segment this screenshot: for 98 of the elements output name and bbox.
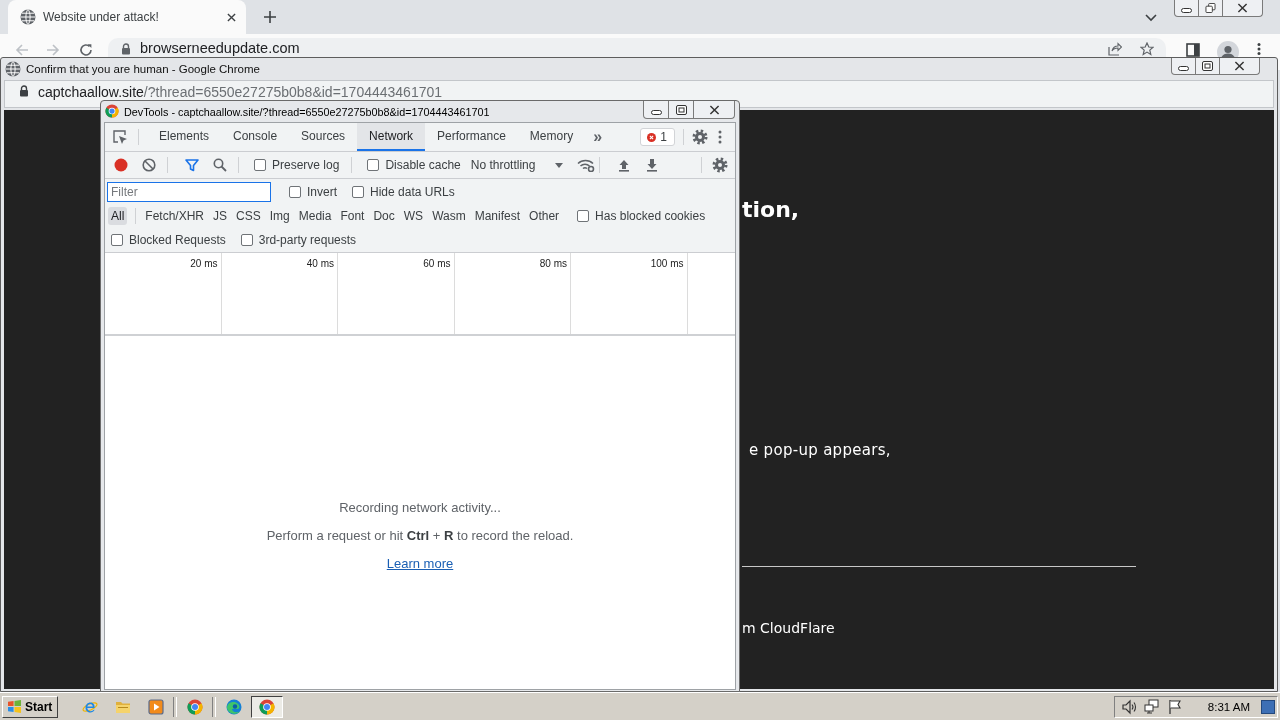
panel-tab[interactable]: Elements: [147, 123, 222, 151]
network-icon[interactable]: [1143, 698, 1160, 715]
side-panel-icon[interactable]: [1186, 43, 1200, 57]
swirl-logo-icon: [225, 698, 242, 715]
error-icon: [647, 132, 657, 142]
type-filter-button[interactable]: Manifest: [471, 207, 524, 225]
tick-label: 80 ms: [539, 258, 567, 269]
hint-text: Perform a request or hit Ctrl + R to record the reload.: [266, 528, 574, 544]
type-filter-button[interactable]: Img: [266, 207, 293, 225]
caret-down-icon: [555, 162, 564, 168]
checkbox-label[interactable]: Blocked Requests: [129, 233, 226, 247]
speaker-icon[interactable]: [1120, 698, 1137, 715]
checkbox[interactable]: [240, 234, 253, 246]
share-icon[interactable]: [1108, 42, 1122, 56]
plus-icon[interactable]: [264, 11, 276, 23]
type-filter-button[interactable]: WS: [400, 207, 427, 225]
close-icon[interactable]: [227, 12, 236, 22]
show-desktop-button[interactable]: [1261, 699, 1275, 714]
cursor-box-icon[interactable]: [112, 129, 128, 145]
checkbox-label[interactable]: Preserve log: [272, 158, 340, 172]
restore-icon: [1205, 3, 1216, 13]
checkbox[interactable]: [254, 159, 266, 171]
taskbar-button[interactable]: [250, 695, 283, 718]
menu-icon[interactable]: [1257, 43, 1261, 55]
checkbox[interactable]: [367, 159, 380, 171]
tick-label: 100 ms: [650, 258, 684, 269]
type-filter-button[interactable]: Font: [337, 207, 368, 225]
checkbox[interactable]: [352, 185, 364, 198]
panel-tab[interactable]: Console: [221, 123, 290, 151]
menu-icon[interactable]: [718, 130, 722, 144]
tick-label: 40 ms: [306, 258, 334, 269]
type-filter-button[interactable]: Other: [526, 207, 563, 225]
settings-icon[interactable]: [712, 157, 728, 173]
star-icon[interactable]: [1140, 42, 1154, 56]
type-filter-button[interactable]: CSS: [233, 207, 264, 225]
status-text: Recording network activity...: [339, 500, 501, 516]
maximize-icon: [675, 104, 687, 115]
type-filter-button[interactable]: Doc: [370, 207, 398, 225]
record-dot-icon[interactable]: [114, 158, 128, 172]
maximize-icon: [1202, 61, 1213, 71]
type-filter-button[interactable]: JS: [210, 207, 231, 225]
panel-tab[interactable]: Performance: [425, 123, 518, 151]
settings-icon[interactable]: [692, 129, 708, 145]
upload-icon[interactable]: [617, 158, 632, 172]
prohibited-icon[interactable]: [142, 158, 156, 172]
chevron-down-icon[interactable]: [1145, 14, 1157, 22]
minimize-icon: [1178, 66, 1189, 71]
checkbox[interactable]: [289, 185, 301, 198]
checkbox[interactable]: [111, 234, 123, 246]
clock[interactable]: 8:31 AM: [1207, 700, 1250, 713]
window-title: Confirm that you are human - Google Chrome: [26, 63, 260, 75]
learn-more-link[interactable]: Learn more: [386, 556, 454, 572]
address-bar[interactable]: browserneedupdate.com: [108, 38, 1166, 57]
type-filter-button[interactable]: Wasm: [429, 207, 469, 225]
lock-icon: [19, 85, 29, 97]
checkbox[interactable]: [577, 210, 590, 222]
checkbox-label[interactable]: Has blocked cookies: [595, 209, 706, 223]
funnel-icon[interactable]: [185, 158, 199, 172]
window-title: DevTools - captchaallow.site/?thread=6550e27275b0b8&id=1704443461701: [124, 106, 490, 118]
more-tabs-button[interactable]: »: [585, 123, 611, 151]
tick-label: 20 ms: [190, 258, 218, 269]
close-icon: [1234, 61, 1245, 71]
media-player-icon: [147, 698, 164, 715]
search-icon[interactable]: [213, 158, 227, 172]
lock-icon: [121, 43, 131, 55]
filter-field[interactable]: Filter: [107, 181, 271, 202]
panel-tab[interactable]: Network: [357, 123, 426, 151]
panel-tab[interactable]: Sources: [289, 123, 358, 151]
flag-icon[interactable]: [1166, 698, 1183, 715]
minimize-icon: [650, 109, 662, 115]
type-filter-button[interactable]: Media: [295, 207, 335, 225]
footer-text: m CloudFlare: [742, 619, 835, 637]
start-button[interactable]: Start: [2, 695, 59, 718]
globe-icon: [5, 61, 21, 77]
reload-icon[interactable]: [79, 43, 93, 57]
checkbox-label[interactable]: Disable cache: [385, 158, 461, 172]
page-text: e pop-up appears,: [749, 440, 891, 460]
browser-tab[interactable]: Website under attack!: [8, 0, 246, 34]
checkbox-label[interactable]: 3rd-party requests: [258, 233, 357, 247]
error-count-button[interactable]: 1: [640, 128, 675, 146]
type-filter-button[interactable]: All: [108, 207, 128, 225]
checkbox-label[interactable]: Invert: [307, 184, 337, 199]
type-filter-button[interactable]: Fetch/XHR: [142, 207, 208, 225]
browser-logo-icon: [105, 104, 119, 118]
close-icon: [1237, 3, 1248, 13]
globe-icon: [20, 9, 36, 25]
page-heading: tion,: [742, 196, 800, 224]
throttling-select[interactable]: No throttling: [470, 158, 564, 172]
close-icon: [708, 104, 720, 115]
tick-label: 60 ms: [423, 258, 451, 269]
browser-logo-icon: [258, 698, 275, 715]
browser-logo-icon: [186, 698, 203, 715]
minimize-icon: [1181, 8, 1192, 13]
panel-tab[interactable]: Memory: [517, 123, 586, 151]
download-icon[interactable]: [645, 158, 660, 172]
windows-logo-icon: [7, 700, 22, 713]
wifi-gear-icon[interactable]: [577, 158, 596, 172]
checkbox-label[interactable]: Hide data URLs: [370, 184, 455, 199]
